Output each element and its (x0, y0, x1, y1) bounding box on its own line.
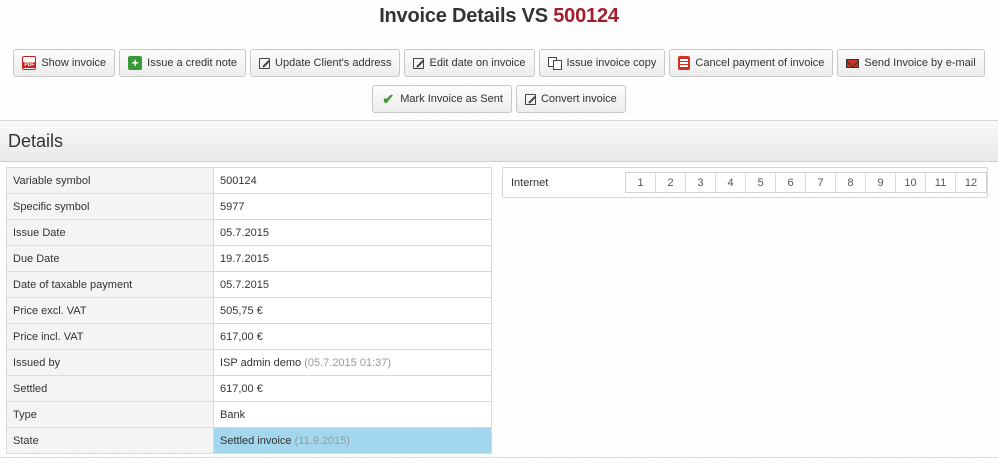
month-4[interactable]: 4 (716, 173, 746, 192)
table-row: Price excl. VAT 505,75 € (6, 297, 492, 324)
action-toolbar: Show invoice + Issue a credit note Updat… (0, 49, 998, 113)
detail-label: Variable symbol (6, 167, 214, 194)
state-value: Settled invoice (220, 434, 292, 447)
month-3[interactable]: 3 (686, 173, 716, 192)
update-client-address-label: Update Client's address (275, 57, 392, 69)
detail-label: Type (6, 401, 214, 428)
table-row: Variable symbol 500124 (6, 167, 492, 194)
divider (0, 457, 998, 458)
detail-value: 500124 (213, 167, 492, 194)
service-months-panel: Internet 1 2 3 4 5 6 7 8 9 10 11 12 (502, 167, 988, 198)
issue-credit-note-button[interactable]: + Issue a credit note (119, 49, 247, 77)
check-icon: ✔ (382, 91, 395, 107)
send-invoice-email-label: Send Invoice by e-mail (864, 57, 976, 69)
edit-date-label: Edit date on invoice (429, 57, 526, 69)
edit-date-button[interactable]: Edit date on invoice (404, 49, 535, 77)
detail-label: Date of taxable payment (6, 271, 214, 298)
month-7[interactable]: 7 (806, 173, 836, 192)
detail-label: Settled (6, 375, 214, 402)
detail-value: 5977 (213, 193, 492, 220)
detail-label: Specific symbol (6, 193, 214, 220)
show-invoice-label: Show invoice (41, 57, 107, 69)
issued-by-timestamp: (05.7.2015 01:37) (304, 356, 392, 369)
detail-value: 617,00 € (213, 323, 492, 350)
service-label: Internet (511, 176, 549, 189)
detail-value: 19.7.2015 (213, 245, 492, 272)
table-row: Due Date 19.7.2015 (6, 245, 492, 272)
month-12[interactable]: 12 (956, 173, 986, 192)
detail-label: Price incl. VAT (6, 323, 214, 350)
issue-invoice-copy-button[interactable]: Issue invoice copy (538, 49, 666, 77)
month-10[interactable]: 10 (896, 173, 926, 192)
table-row: Date of taxable payment 05.7.2015 (6, 271, 492, 298)
issue-credit-note-label: Issue a credit note (147, 57, 238, 69)
convert-invoice-button[interactable]: Convert invoice (515, 85, 626, 113)
page-title-text: Invoice Details VS (379, 5, 548, 27)
plus-icon: + (128, 56, 143, 70)
detail-label: Due Date (6, 245, 214, 272)
table-row: Price incl. VAT 617,00 € (6, 323, 492, 350)
month-2[interactable]: 2 (656, 173, 686, 192)
detail-value: Bank (213, 401, 492, 428)
state-date: (11.9.2015) (294, 434, 351, 447)
convert-invoice-label: Convert invoice (540, 93, 617, 105)
detail-label: Price excl. VAT (6, 297, 214, 324)
page-title: Invoice Details VS 500124 (0, 5, 998, 28)
detail-label: Issue Date (6, 219, 214, 246)
month-8[interactable]: 8 (836, 173, 866, 192)
invoice-number: 500124 (553, 5, 619, 27)
detail-label: Issued by (6, 349, 214, 376)
mail-icon (846, 58, 860, 68)
month-11[interactable]: 11 (926, 173, 956, 192)
mark-invoice-sent-button[interactable]: ✔ Mark Invoice as Sent (372, 85, 512, 113)
update-client-address-button[interactable]: Update Client's address (250, 49, 401, 77)
section-title: Details (8, 131, 64, 151)
status-badge: Settled invoice (11.9.2015) (213, 427, 492, 454)
edit-icon (413, 57, 425, 69)
month-1[interactable]: 1 (626, 173, 656, 192)
table-row: Issued by ISP admin demo (05.7.2015 01:3… (6, 349, 492, 376)
month-9[interactable]: 9 (866, 173, 896, 192)
month-5[interactable]: 5 (746, 173, 776, 192)
table-row: Type Bank (6, 401, 492, 428)
copy-icon (547, 57, 562, 70)
send-invoice-email-button[interactable]: Send Invoice by e-mail (837, 49, 985, 77)
detail-value: 505,75 € (213, 297, 492, 324)
table-row-state: State Settled invoice (11.9.2015) (6, 427, 492, 454)
detail-value: 05.7.2015 (213, 219, 492, 246)
show-invoice-button[interactable]: Show invoice (13, 49, 116, 77)
detail-value-issued-by: ISP admin demo (05.7.2015 01:37) (213, 349, 492, 376)
mark-invoice-sent-label: Mark Invoice as Sent (400, 93, 503, 105)
issue-invoice-copy-label: Issue invoice copy (566, 57, 657, 69)
table-row: Specific symbol 5977 (6, 193, 492, 220)
table-row: Settled 617,00 € (6, 375, 492, 402)
details-section-header: Details (0, 120, 998, 162)
details-table: Variable symbol 500124 Specific symbol 5… (6, 167, 492, 454)
table-row: Issue Date 05.7.2015 (6, 219, 492, 246)
month-6[interactable]: 6 (776, 173, 806, 192)
cancel-icon (678, 56, 691, 70)
detail-label: State (6, 427, 214, 454)
cancel-payment-label: Cancel payment of invoice (695, 57, 825, 69)
month-selector: 1 2 3 4 5 6 7 8 9 10 11 12 (625, 172, 987, 193)
edit-icon (524, 93, 536, 105)
detail-value: 617,00 € (213, 375, 492, 402)
issued-by-name: ISP admin demo (220, 356, 302, 369)
cancel-payment-button[interactable]: Cancel payment of invoice (669, 49, 834, 77)
edit-icon (259, 57, 271, 69)
pdf-icon (22, 56, 37, 70)
detail-value: 05.7.2015 (213, 271, 492, 298)
